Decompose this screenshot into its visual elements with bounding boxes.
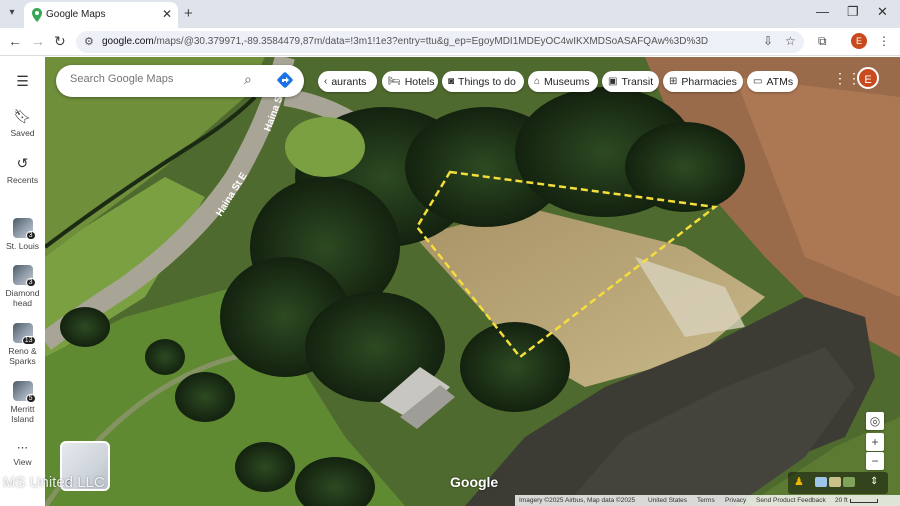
install-app-icon[interactable]: ⇩ [763, 34, 773, 48]
forward-icon[interactable]: → [31, 33, 45, 49]
account-avatar[interactable]: E [857, 67, 879, 89]
recent-count: 3 [25, 231, 36, 240]
extensions-icon[interactable]: ⧉ [818, 34, 827, 49]
site-info-icon[interactable]: ⚙ [84, 35, 94, 48]
menu-button[interactable]: ☰ [0, 73, 45, 90]
scale-bar [850, 499, 878, 503]
new-tab-icon[interactable]: + [184, 5, 193, 22]
map-thumb[interactable] [815, 477, 827, 487]
tab-title: Google Maps [46, 9, 106, 20]
zoom-out-button[interactable]: − [866, 452, 884, 470]
scale-label[interactable]: 20 ft [835, 497, 848, 504]
url-text: google.com/maps/@30.379971,-89.3584479,8… [102, 36, 708, 47]
map-canvas[interactable]: Haina St E Haina St E [45, 57, 900, 506]
imagery-credit: Imagery ©2025 Airbus, Map data ©2025 [519, 497, 636, 504]
recent-count: 3 [25, 278, 36, 287]
chip-label: aurants [331, 75, 367, 88]
pegman-icon[interactable]: ♟ [794, 475, 804, 488]
saved-button[interactable]: 🔖︎ Saved [0, 108, 45, 138]
address-bar[interactable]: ⚙ google.com/maps/@30.379971,-89.3584479… [76, 31, 804, 53]
terrain-thumb[interactable] [829, 477, 841, 487]
restore-icon[interactable]: ❐ [847, 4, 859, 20]
chip-hotels[interactable]: 🛏︎ Hotels [382, 71, 438, 92]
recent-item[interactable]: 3 St. Louis [0, 218, 45, 251]
recent-label: Diamond head [5, 288, 40, 308]
url-domain: google.com [102, 36, 154, 47]
reload-icon[interactable]: ↻ [54, 33, 66, 50]
chip-label: Pharmacies [681, 75, 737, 88]
camera-icon: ◙ [448, 76, 455, 87]
my-location-icon[interactable]: ◎ [866, 412, 884, 430]
chip-label: Things to do [458, 75, 516, 88]
recent-thumbnail: 3 [12, 265, 36, 287]
recent-label: Merritt Island [10, 404, 35, 424]
chip-label: ATMs [766, 75, 794, 88]
attribution-bar: Imagery ©2025 Airbus, Map data ©2025 Uni… [515, 495, 900, 506]
museum-icon: ⌂ [534, 76, 541, 87]
google-logo: Google [450, 474, 499, 490]
hamburger-menu-icon: ☰ [16, 73, 29, 89]
search-box: ⌕ [56, 65, 304, 97]
recent-label: Reno & Sparks [8, 346, 37, 366]
country-link[interactable]: United States [648, 497, 687, 504]
chip-label: Museums [544, 75, 590, 88]
chevron-left-icon[interactable]: ‹ [324, 76, 327, 87]
bookmark-star-icon[interactable]: ☆ [785, 34, 796, 48]
tab-close-icon[interactable]: ✕ [162, 7, 172, 21]
directions-icon[interactable] [276, 71, 294, 89]
recent-count: 13 [21, 336, 36, 345]
tab-search-chevron-icon[interactable]: ▾ [4, 5, 20, 21]
recents-button[interactable]: ↺ Recents [0, 155, 45, 185]
train-icon: ▣ [608, 76, 618, 87]
window-close-icon[interactable]: ✕ [877, 4, 888, 20]
pharmacy-icon: ⊞ [669, 76, 678, 87]
url-path: /maps/@30.379971,-89.3584479,87m/data=!3… [153, 36, 709, 47]
privacy-link[interactable]: Privacy [725, 497, 746, 504]
view-button[interactable]: ⋯ View [0, 441, 45, 467]
saved-label: Saved [10, 128, 35, 138]
recent-label: St. Louis [5, 241, 40, 251]
atm-icon: ▭ [753, 76, 763, 87]
zoom-in-button[interactable]: + [866, 433, 884, 451]
feedback-link[interactable]: Send Product Feedback [756, 497, 826, 504]
recent-item[interactable]: 3 Diamond head [0, 265, 45, 308]
bed-icon: 🛏︎ [388, 76, 401, 87]
chip-restaurants[interactable]: ‹ aurants [318, 71, 377, 92]
search-icon[interactable]: ⌕ [244, 71, 252, 88]
recents-label: Recents [6, 175, 39, 185]
chip-atms[interactable]: ▭ ATMs [747, 71, 798, 92]
recent-item[interactable]: 13 Reno & Sparks [0, 323, 45, 366]
browser-menu-icon[interactable]: ⋮ [878, 34, 890, 48]
chip-label: Hotels [404, 75, 435, 88]
browser-tab-bar: ▾ Google Maps ✕ + — ❐ ✕ [0, 0, 900, 28]
view-label: View [13, 457, 32, 467]
more-horiz-icon: ⋯ [17, 442, 28, 454]
recent-count: 5 [25, 394, 36, 403]
recent-thumbnail: 13 [12, 323, 36, 345]
chip-museums[interactable]: ⌂ Museums [528, 71, 598, 92]
watermark: MS United LLC [3, 474, 105, 491]
browser-profile-avatar[interactable]: E [851, 33, 867, 49]
satellite-thumb[interactable] [843, 477, 855, 487]
chip-pharmacies[interactable]: ⊞ Pharmacies [663, 71, 743, 92]
history-icon: ↺ [16, 155, 29, 171]
recent-thumbnail: 3 [12, 218, 36, 240]
maps-side-rail: ☰ 🔖︎ Saved ↺ Recents 3 St. Louis 3 Diamo… [0, 57, 45, 506]
satellite-imagery: Haina St E Haina St E [45, 57, 900, 506]
recent-item[interactable]: 5 Merritt Island [0, 381, 45, 424]
search-input[interactable] [70, 73, 240, 85]
back-icon[interactable]: ← [8, 33, 22, 49]
expand-icon[interactable]: ⇕ [870, 476, 878, 487]
chip-label: Transit [621, 75, 654, 88]
browser-tab[interactable]: Google Maps ✕ [24, 2, 178, 28]
chip-things-to-do[interactable]: ◙ Things to do [442, 71, 524, 92]
bookmark-icon: 🔖︎ [13, 108, 32, 124]
chip-transit[interactable]: ▣ Transit [602, 71, 659, 92]
minimize-icon[interactable]: — [816, 4, 829, 19]
browser-toolbar: ← → ↻ ⚙ google.com/maps/@30.379971,-89.3… [0, 28, 900, 56]
google-maps-favicon-icon [32, 8, 42, 22]
terms-link[interactable]: Terms [697, 497, 715, 504]
recent-thumbnail: 5 [12, 381, 36, 403]
